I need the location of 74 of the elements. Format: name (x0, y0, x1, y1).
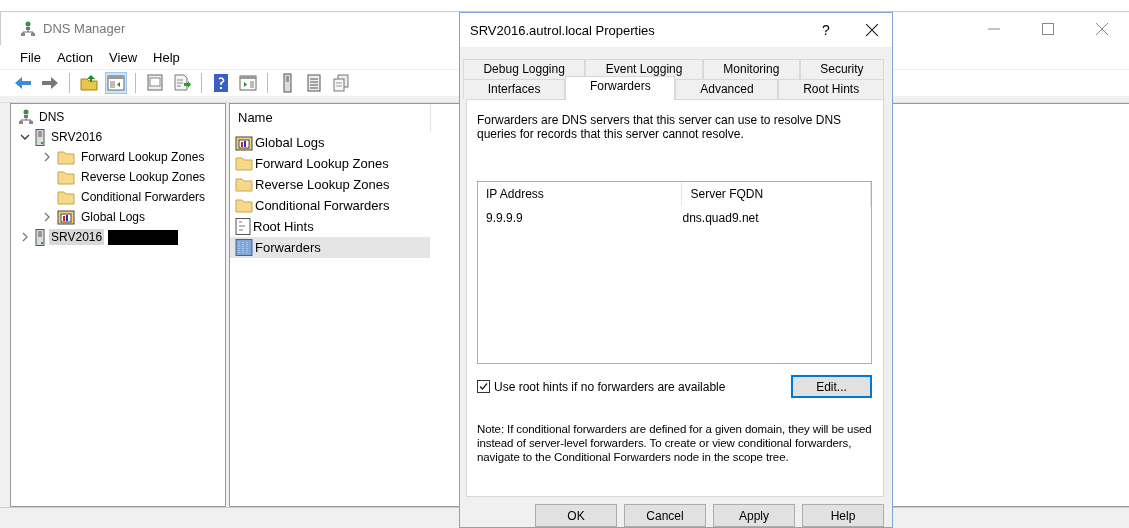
log-icon (235, 134, 253, 151)
menu-item[interactable]: Action (48, 49, 102, 65)
chevron-down-icon[interactable] (20, 133, 30, 141)
tab[interactable]: Interfaces (463, 79, 566, 99)
table-cell-text: 9.9.9.9 (485, 211, 524, 225)
column-header[interactable]: Server FQDN (682, 182, 871, 206)
copy-icon (331, 73, 351, 93)
help-button[interactable]: ? (816, 22, 836, 38)
folder-icon (57, 169, 75, 185)
toolbar-button[interactable] (78, 72, 100, 94)
column-header[interactable]: IP Address (478, 182, 683, 206)
panel-icon (238, 73, 258, 93)
chevron-right-icon[interactable] (43, 212, 51, 222)
folder-icon (57, 189, 75, 205)
tree-item[interactable]: DNS (37, 109, 67, 125)
help-icon (211, 73, 231, 93)
window-title: DNS Manager (43, 21, 126, 36)
chevron-right-icon[interactable] (21, 232, 29, 242)
menu-item[interactable]: File (12, 49, 49, 65)
document-icon (235, 218, 251, 235)
checkbox[interactable] (477, 380, 490, 393)
chevron-right-icon[interactable] (43, 152, 51, 162)
menu-item[interactable]: Help (145, 49, 188, 65)
list-item[interactable]: Conditional Forwarders (255, 198, 390, 213)
server-icon (35, 128, 45, 146)
toolbar-button[interactable] (171, 72, 193, 94)
forwarders-icon (235, 239, 253, 256)
maximize-icon[interactable] (1042, 22, 1054, 35)
dialog-button[interactable]: Help (802, 504, 884, 527)
column-header[interactable]: Name (230, 104, 431, 132)
close-icon[interactable] (866, 24, 878, 36)
network-icon (21, 20, 35, 37)
tree-item[interactable]: Conditional Forwarders (79, 189, 208, 205)
window-icon (145, 73, 165, 93)
folder-icon (235, 156, 253, 171)
tab[interactable]: Root Hints (778, 79, 884, 99)
table-cell-text: dns.quad9.net (681, 211, 760, 225)
tab[interactable]: Advanced (675, 79, 779, 99)
tab[interactable]: Forwarders (565, 76, 676, 100)
tree-item[interactable]: SRV2016 (49, 129, 105, 145)
tree-item[interactable]: Global Logs (79, 209, 148, 225)
tree-item[interactable]: Forward Lookup Zones (79, 149, 207, 165)
folder-icon (57, 149, 75, 165)
server-icon (35, 228, 45, 246)
description-text: Forwarders are DNS servers that this server can use to resolve DNS queries for records that this server cannot resolve. (477, 113, 843, 141)
tree-item[interactable]: SRV2016 (49, 229, 105, 245)
note-text: Note: If conditional forwarders are defined for a given domain, they will be used instead of server-level forwarders. To create or view conditional forwarders, navigate to the Conditional Forwarders node in the scope tree. (477, 422, 873, 464)
folder-icon (79, 73, 99, 93)
network-icon (19, 109, 33, 125)
toolbar-button[interactable] (105, 72, 127, 94)
tab[interactable]: Security (799, 59, 885, 79)
list-item[interactable]: Reverse Lookup Zones (255, 177, 390, 192)
tab[interactable]: Event Logging (585, 59, 703, 79)
export-list-icon (172, 73, 192, 93)
dialog-button[interactable]: OK (535, 504, 617, 527)
tree-item[interactable]: Reverse Lookup Zones (79, 169, 208, 185)
tab[interactable]: Debug Logging (463, 59, 586, 79)
tab[interactable]: Monitoring (702, 59, 800, 79)
menu-item[interactable]: View (101, 49, 146, 65)
toolbar-button[interactable] (237, 72, 259, 94)
log-icon (57, 209, 75, 225)
list-item[interactable]: Global Logs (255, 135, 325, 150)
panel-icon (106, 73, 126, 93)
list-icon (304, 73, 324, 93)
list-item[interactable]: Root Hints (253, 219, 314, 234)
toolbar-button[interactable] (330, 72, 352, 94)
dialog-title: SRV2016.autrol.local Properties (470, 22, 655, 38)
dialog-button[interactable]: Apply (713, 504, 795, 527)
edit-button[interactable]: Edit... (791, 375, 872, 398)
dialog-button[interactable]: Cancel (624, 504, 706, 527)
folder-icon (235, 177, 253, 192)
checkbox-label[interactable]: Use root hints if no forwarders are available (494, 379, 726, 394)
folder-icon (235, 198, 253, 213)
list-item[interactable]: Forward Lookup Zones (255, 156, 389, 171)
